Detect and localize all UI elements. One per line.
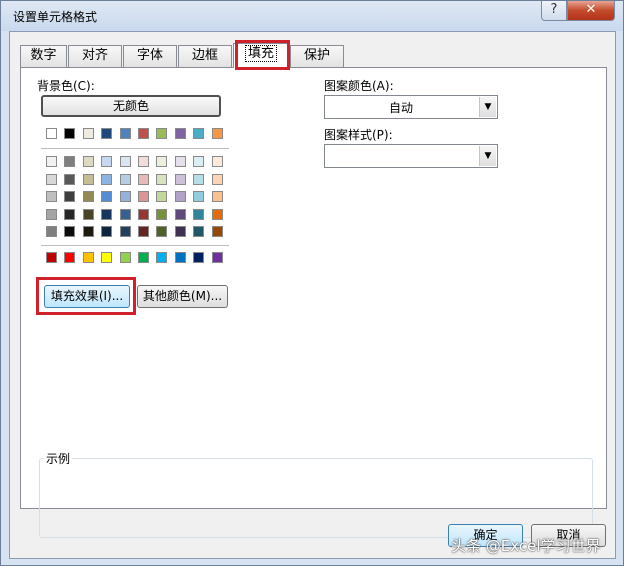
- color-swatch[interactable]: [83, 191, 94, 202]
- color-swatch[interactable]: [212, 191, 223, 202]
- color-swatch[interactable]: [64, 209, 75, 220]
- color-swatch[interactable]: [120, 156, 131, 167]
- tab-border[interactable]: 边框: [178, 45, 232, 67]
- chevron-down-icon[interactable]: ▼: [479, 146, 496, 166]
- standard-color-swatch[interactable]: [83, 252, 94, 263]
- palette-divider: [41, 148, 229, 149]
- color-swatch[interactable]: [138, 174, 149, 185]
- standard-color-swatch[interactable]: [156, 252, 167, 263]
- color-swatch[interactable]: [83, 156, 94, 167]
- color-swatch[interactable]: [120, 191, 131, 202]
- color-swatch[interactable]: [175, 191, 186, 202]
- color-swatch[interactable]: [101, 209, 112, 220]
- fill-effects-button[interactable]: 填充效果(I)...: [44, 285, 130, 308]
- color-swatch[interactable]: [64, 226, 75, 237]
- standard-color-swatch[interactable]: [64, 252, 75, 263]
- tab-alignment[interactable]: 对齐: [68, 45, 122, 67]
- color-swatch[interactable]: [193, 156, 204, 167]
- color-swatch[interactable]: [101, 226, 112, 237]
- standard-color-swatch[interactable]: [212, 252, 223, 263]
- pattern-color-dropdown[interactable]: 自动 ▼: [324, 95, 498, 119]
- tab-number[interactable]: 数字: [20, 45, 67, 67]
- color-swatch[interactable]: [212, 156, 223, 167]
- color-swatch[interactable]: [193, 174, 204, 185]
- color-swatch[interactable]: [175, 226, 186, 237]
- color-swatch[interactable]: [156, 174, 167, 185]
- color-swatch[interactable]: [156, 191, 167, 202]
- no-color-button[interactable]: 无颜色: [41, 95, 221, 117]
- dialog-body: 数字 对齐 字体 边框 填充 保护 背景色(C): 无颜色 填充效果(I)...…: [9, 31, 616, 559]
- color-swatch[interactable]: [101, 191, 112, 202]
- more-colors-button[interactable]: 其他颜色(M)...: [137, 285, 228, 308]
- color-swatch[interactable]: [83, 209, 94, 220]
- color-swatch[interactable]: [175, 209, 186, 220]
- color-swatch[interactable]: [175, 128, 186, 139]
- color-swatch[interactable]: [193, 209, 204, 220]
- color-swatch[interactable]: [212, 128, 223, 139]
- color-swatch[interactable]: [101, 128, 112, 139]
- color-swatch[interactable]: [83, 128, 94, 139]
- standard-color-swatch[interactable]: [138, 252, 149, 263]
- color-swatch[interactable]: [156, 128, 167, 139]
- color-swatch[interactable]: [212, 226, 223, 237]
- title-bar[interactable]: 设置单元格格式 ? ✕: [1, 1, 624, 31]
- format-cells-dialog: 设置单元格格式 ? ✕ 数字 对齐 字体 边框 填充 保护 背景色(C): 无颜…: [0, 0, 624, 566]
- color-swatch[interactable]: [64, 174, 75, 185]
- chevron-down-icon[interactable]: ▼: [479, 97, 496, 117]
- tab-protection[interactable]: 保护: [290, 45, 344, 67]
- color-swatch[interactable]: [101, 156, 112, 167]
- color-swatch[interactable]: [64, 128, 75, 139]
- color-swatch[interactable]: [212, 174, 223, 185]
- background-color-label: 背景色(C):: [37, 79, 95, 93]
- color-swatch[interactable]: [156, 226, 167, 237]
- color-swatch[interactable]: [193, 226, 204, 237]
- sample-label: 示例: [44, 450, 73, 467]
- color-swatch[interactable]: [46, 209, 57, 220]
- help-button[interactable]: ?: [541, 1, 567, 21]
- tab-fill[interactable]: 填充: [233, 43, 289, 68]
- tab-font[interactable]: 字体: [123, 45, 177, 67]
- standard-color-swatch[interactable]: [101, 252, 112, 263]
- color-swatch[interactable]: [212, 209, 223, 220]
- color-swatch[interactable]: [156, 209, 167, 220]
- color-swatch[interactable]: [83, 226, 94, 237]
- standard-color-swatch[interactable]: [46, 252, 57, 263]
- color-swatch[interactable]: [138, 209, 149, 220]
- color-swatch[interactable]: [138, 226, 149, 237]
- color-swatch[interactable]: [46, 226, 57, 237]
- color-swatch[interactable]: [175, 156, 186, 167]
- color-swatch[interactable]: [138, 191, 149, 202]
- pattern-color-label: 图案颜色(A):: [324, 79, 394, 93]
- fill-tab-panel: 背景色(C): 无颜色 填充效果(I)... 其他颜色(M)... 图案颜色(A…: [20, 67, 607, 538]
- standard-color-swatch[interactable]: [120, 252, 131, 263]
- color-swatch[interactable]: [175, 174, 186, 185]
- color-swatch[interactable]: [101, 174, 112, 185]
- pattern-style-label: 图案样式(P):: [324, 128, 393, 142]
- color-swatch[interactable]: [46, 174, 57, 185]
- palette-divider: [41, 245, 229, 246]
- pattern-color-value: 自动: [388, 101, 413, 115]
- dialog-title: 设置单元格格式: [13, 10, 98, 24]
- close-button[interactable]: ✕: [567, 1, 615, 21]
- color-swatch[interactable]: [120, 128, 131, 139]
- color-swatch[interactable]: [46, 156, 57, 167]
- color-swatch[interactable]: [138, 156, 149, 167]
- color-swatch[interactable]: [120, 174, 131, 185]
- color-swatch[interactable]: [46, 191, 57, 202]
- color-swatch[interactable]: [138, 128, 149, 139]
- color-swatch[interactable]: [83, 174, 94, 185]
- color-swatch[interactable]: [193, 191, 204, 202]
- color-swatch[interactable]: [156, 156, 167, 167]
- color-swatch[interactable]: [120, 226, 131, 237]
- watermark-text: 头条 @Excel学习世界: [451, 537, 601, 555]
- pattern-style-dropdown[interactable]: ▼: [324, 144, 498, 168]
- color-swatch[interactable]: [120, 209, 131, 220]
- color-swatch[interactable]: [193, 128, 204, 139]
- color-swatch[interactable]: [46, 128, 57, 139]
- standard-color-swatch[interactable]: [175, 252, 186, 263]
- tab-fill-label: 填充: [244, 45, 277, 62]
- standard-color-swatch[interactable]: [193, 252, 204, 263]
- color-swatch[interactable]: [64, 191, 75, 202]
- color-swatch[interactable]: [64, 156, 75, 167]
